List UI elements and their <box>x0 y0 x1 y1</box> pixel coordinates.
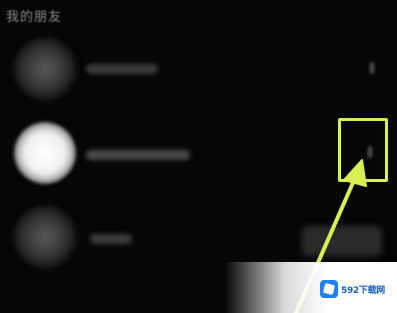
avatar[interactable] <box>14 206 76 268</box>
row-indicator <box>370 62 374 74</box>
section-title: 我的朋友 <box>6 10 63 25</box>
watermark: 592下载网 <box>320 272 395 306</box>
friend-action-button[interactable] <box>302 226 382 256</box>
friend-name-placeholder <box>90 234 132 244</box>
friend-name-placeholder <box>86 64 158 74</box>
watermark-logo-icon <box>320 280 338 298</box>
highlight-box <box>338 118 388 182</box>
friend-name-placeholder <box>86 150 190 160</box>
friend-row[interactable] <box>0 30 397 110</box>
avatar[interactable] <box>14 122 76 184</box>
friends-screen: 我的朋友 592下载网 <box>0 0 397 313</box>
avatar[interactable] <box>14 38 76 100</box>
watermark-text: 592下载网 <box>341 285 385 296</box>
